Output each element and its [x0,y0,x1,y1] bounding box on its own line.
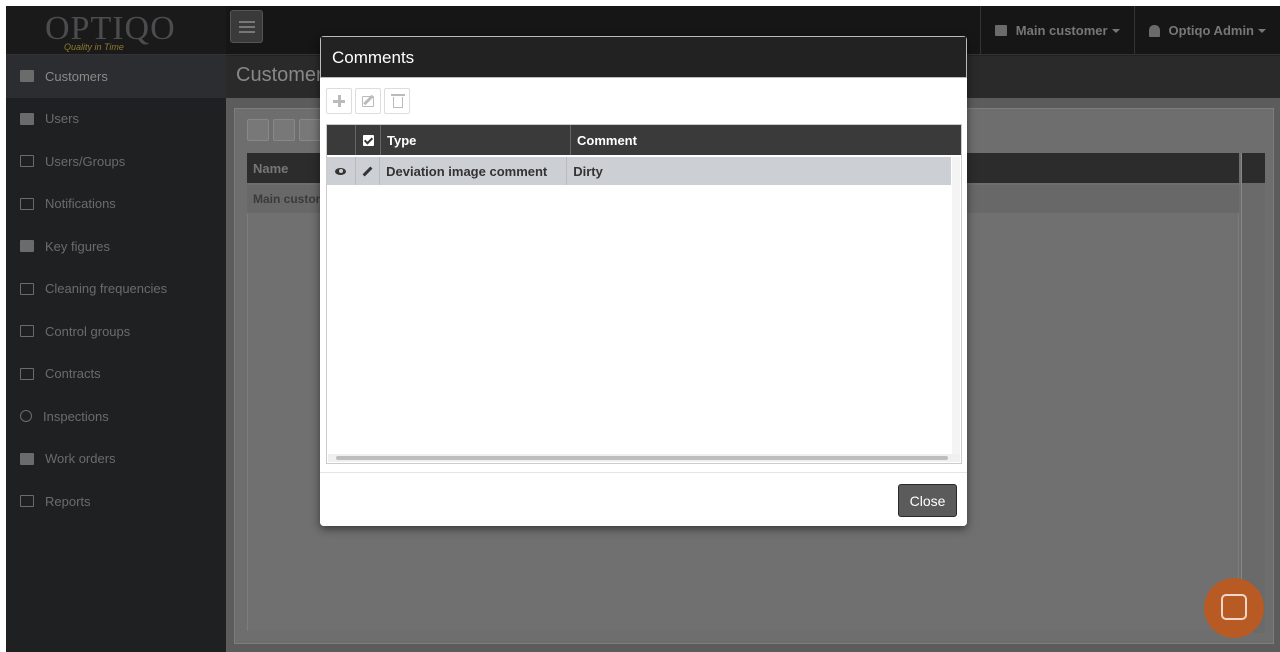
select-all-checkbox[interactable] [356,125,381,155]
comments-modal: Comments Type Comment Deviation image co… [320,36,967,526]
view-button[interactable] [327,157,356,185]
add-comment-button[interactable] [326,88,352,114]
table-row[interactable]: Deviation image comment Dirty [327,157,951,185]
trash-icon [391,94,405,96]
header-action-col [327,125,356,155]
modal-footer: Close [320,472,967,526]
eye-icon [335,167,347,175]
delete-comment-button[interactable] [384,88,410,114]
modal-title: Comments [320,36,967,78]
comments-table: Type Comment Deviation image comment Dir… [326,124,962,464]
horizontal-scrollbar[interactable] [328,454,960,462]
cell-comment: Dirty [573,163,603,179]
close-button[interactable]: Close [898,484,957,517]
chat-icon [1221,594,1247,620]
chat-launcher-button[interactable] [1204,578,1264,638]
modal-toolbar [326,88,410,114]
vertical-scrollbar[interactable] [952,157,960,457]
checkbox-icon [362,134,374,146]
table-header: Type Comment [327,125,961,155]
edit-comment-button[interactable] [355,88,381,114]
column-header-comment[interactable]: Comment [571,125,961,155]
modal-body: Type Comment Deviation image comment Dir… [320,78,967,472]
column-header-type[interactable]: Type [381,125,571,155]
cell-type: Deviation image comment [380,157,568,185]
pencil-icon [362,166,373,176]
scrollbar-thumb[interactable] [336,456,948,460]
edit-row-button[interactable] [356,157,381,185]
